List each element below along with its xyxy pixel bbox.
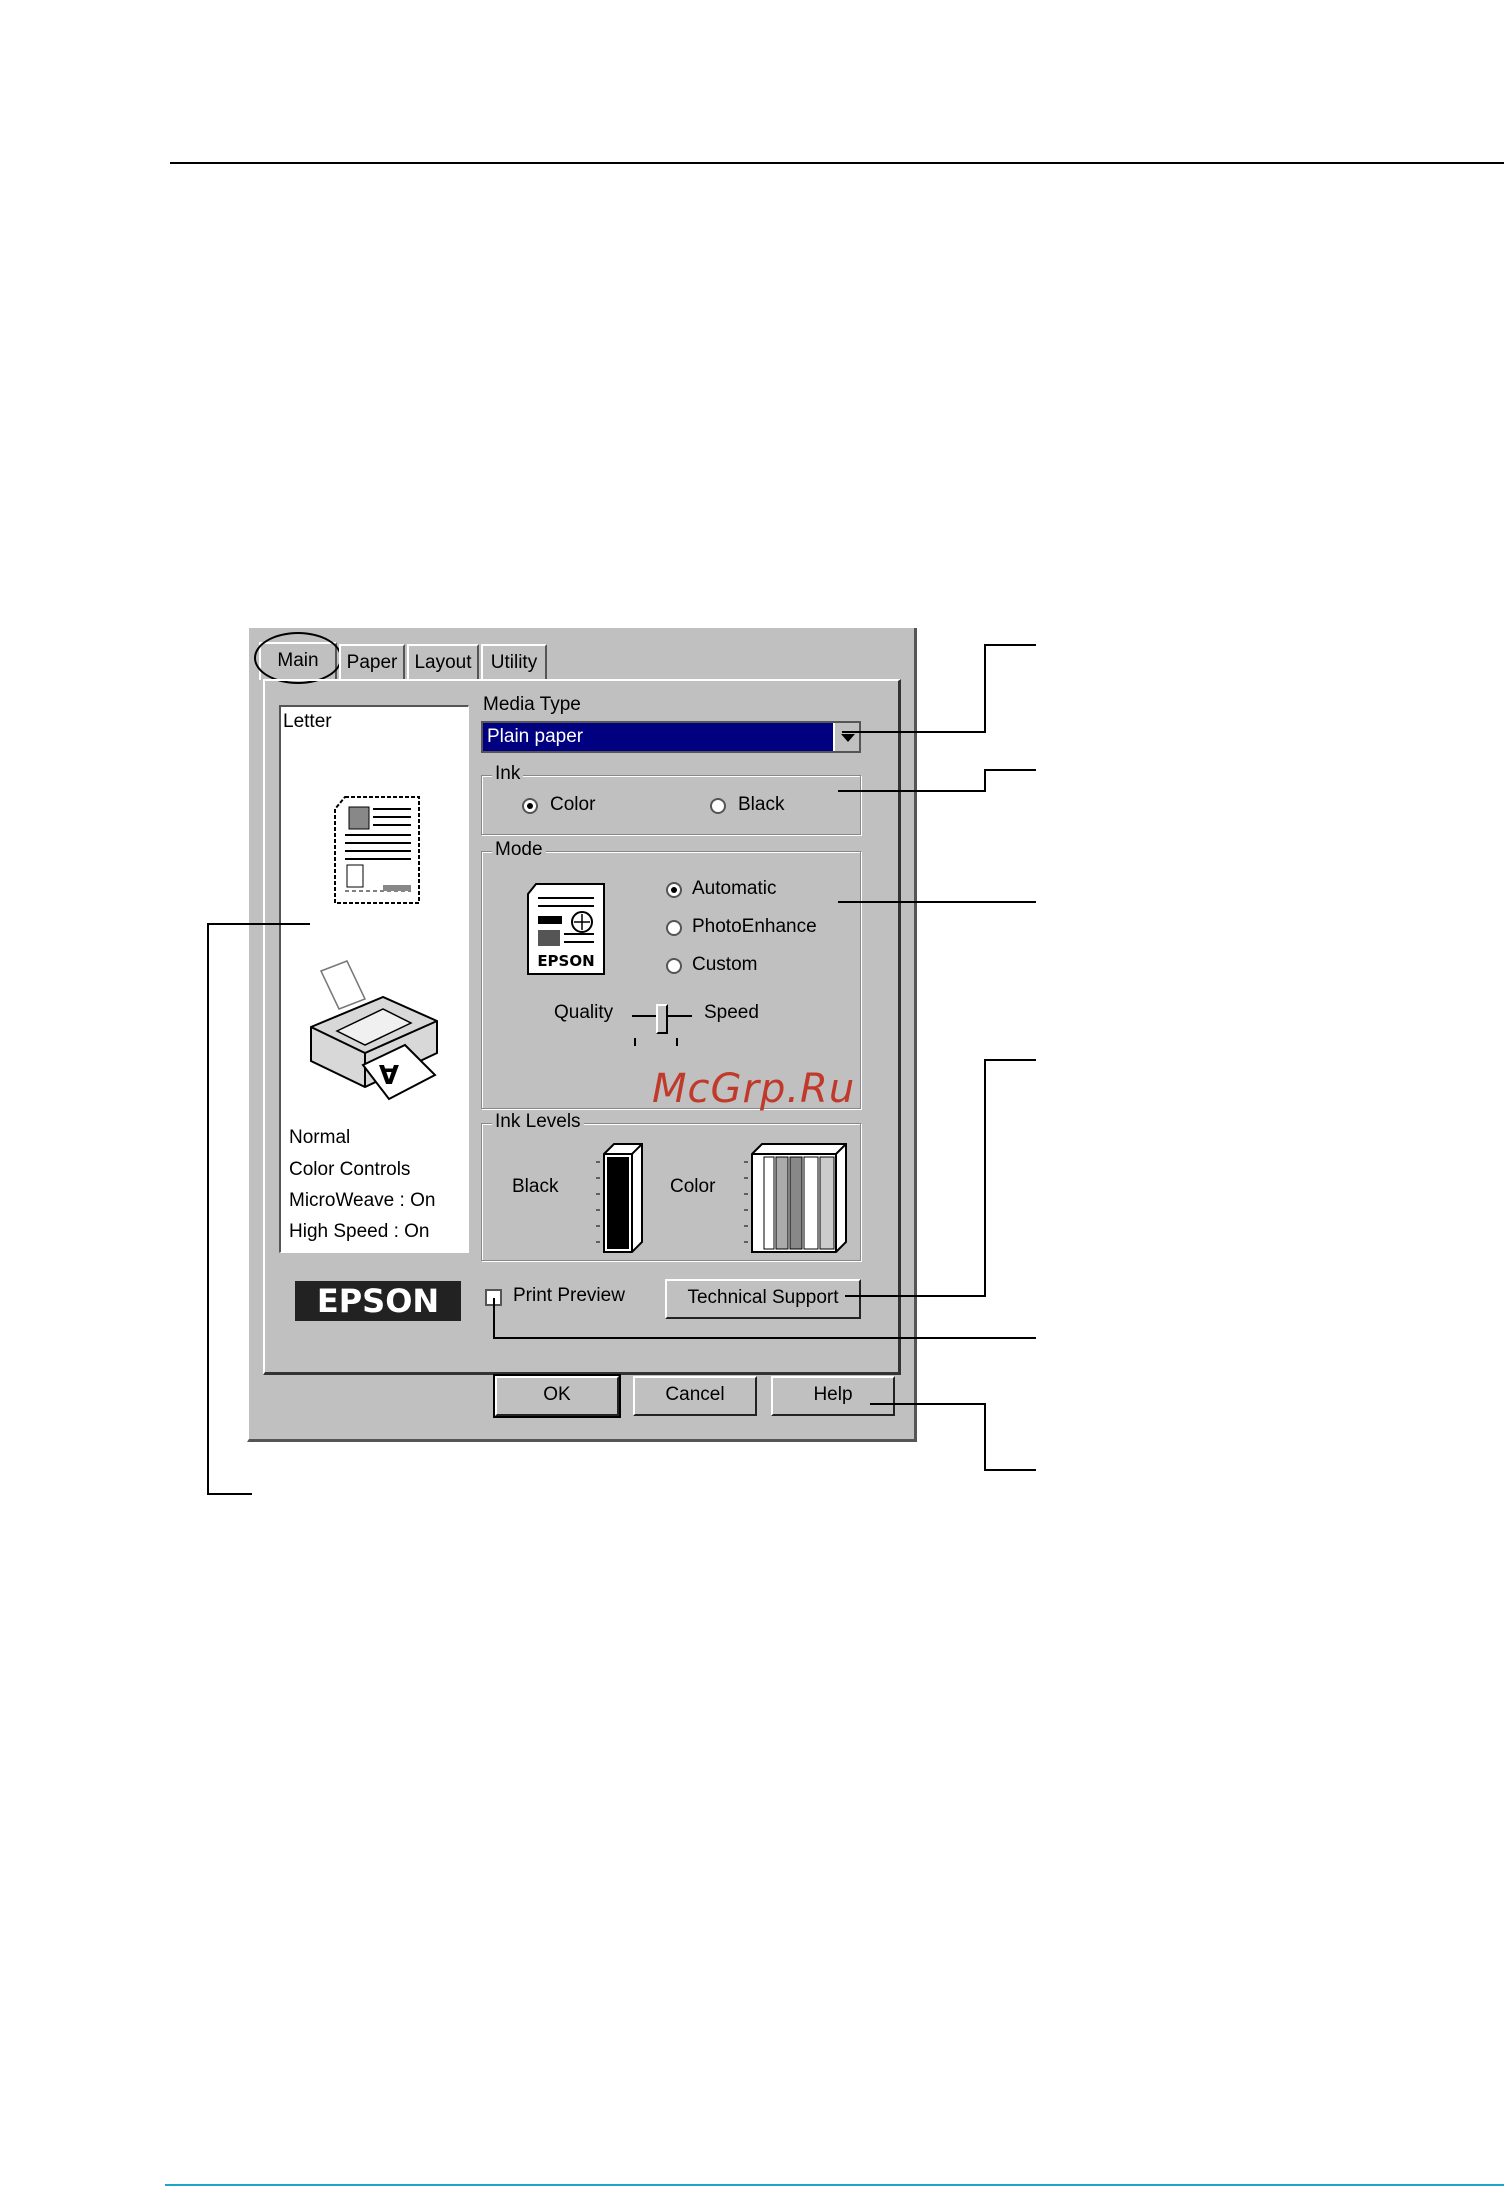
callout-lines bbox=[207, 644, 1036, 1495]
